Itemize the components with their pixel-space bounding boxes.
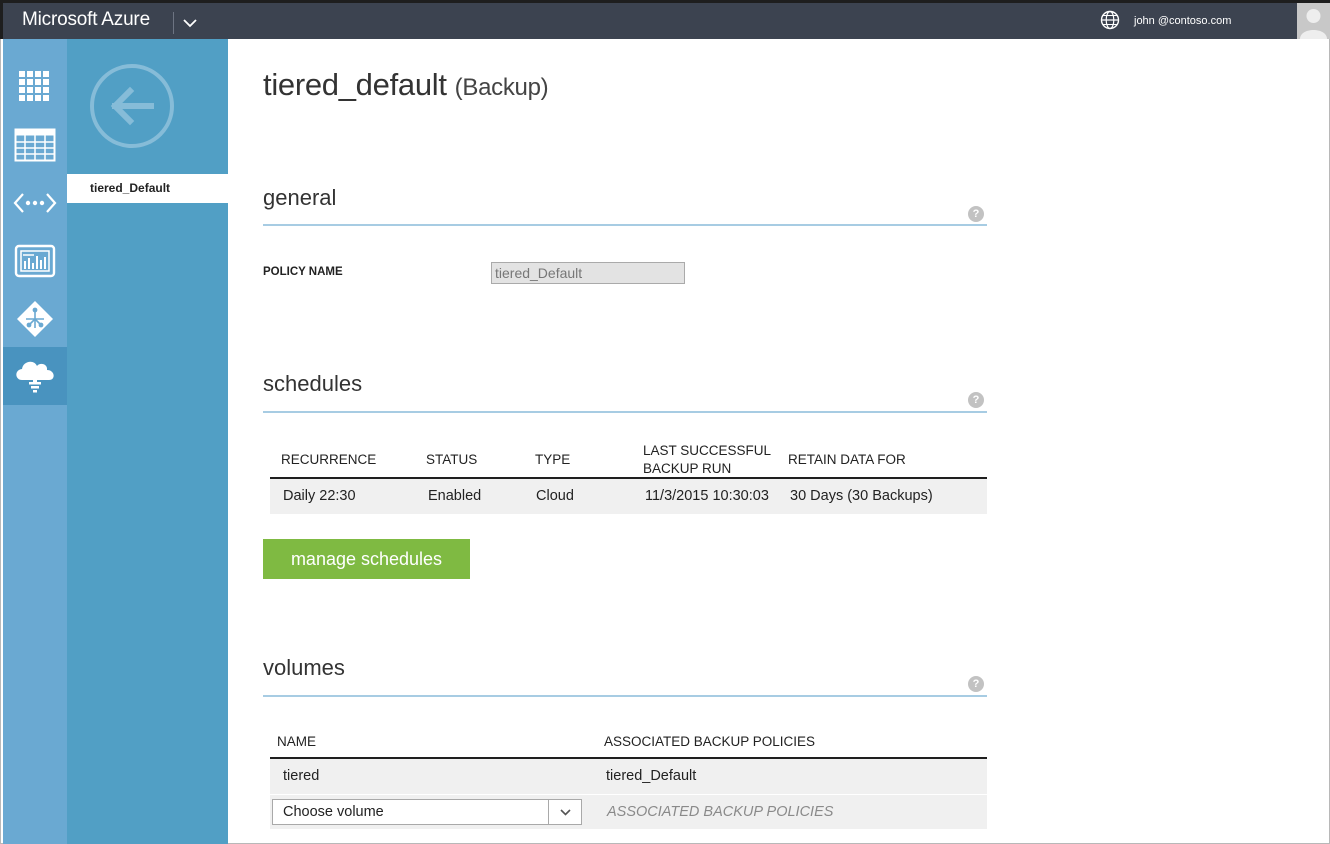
associated-policies-placeholder: ASSOCIATED BACKUP POLICIES bbox=[607, 804, 834, 820]
nav-code[interactable] bbox=[3, 174, 67, 232]
table-icon bbox=[14, 128, 56, 162]
brand-divider bbox=[173, 12, 174, 34]
column-header-retain[interactable]: RETAIN DATA FOR bbox=[788, 451, 906, 469]
nav-network[interactable] bbox=[3, 290, 67, 348]
brand-title[interactable]: Microsoft Azure bbox=[22, 9, 150, 31]
page-subtitle: (Backup) bbox=[454, 74, 549, 101]
nav-dashboard[interactable] bbox=[3, 232, 67, 290]
column-header-name[interactable]: NAME bbox=[277, 733, 316, 751]
section-title-schedules: schedules bbox=[263, 371, 363, 396]
subnav-item-tiered-default[interactable]: tiered_Default bbox=[67, 174, 228, 203]
nav-grid[interactable] bbox=[3, 58, 67, 116]
cloud-storage-icon bbox=[16, 361, 54, 393]
page-title-text: tiered_default bbox=[263, 67, 447, 102]
back-arrow-icon[interactable] bbox=[89, 63, 175, 149]
column-header-recurrence[interactable]: RECURRENCE bbox=[281, 451, 376, 469]
section-title-general: general bbox=[263, 185, 337, 210]
add-volume-row: Choose volume ASSOCIATED BACKUP POLICIES bbox=[270, 794, 987, 829]
policy-name-field[interactable] bbox=[491, 262, 685, 284]
grid-icon bbox=[19, 71, 49, 101]
section-title-volumes: volumes bbox=[263, 655, 345, 680]
nav-cloud-storage[interactable] bbox=[3, 347, 67, 405]
policy-name-label: POLICY NAME bbox=[263, 266, 343, 278]
cell-type: Cloud bbox=[536, 488, 574, 504]
chevron-down-icon[interactable] bbox=[548, 800, 581, 824]
section-divider bbox=[263, 224, 987, 226]
section-divider bbox=[263, 411, 987, 413]
table-header: RECURRENCE STATUS TYPE LAST SUCCESSFUL B… bbox=[270, 440, 987, 479]
section-divider bbox=[263, 695, 987, 697]
network-diamond-icon bbox=[17, 301, 53, 337]
sub-nav: tiered_Default bbox=[67, 39, 228, 844]
cell-volume-name: tiered bbox=[283, 768, 320, 784]
globe-icon[interactable] bbox=[1100, 10, 1120, 30]
column-header-status[interactable]: STATUS bbox=[426, 451, 477, 469]
help-icon[interactable]: ? bbox=[968, 206, 984, 222]
cell-status: Enabled bbox=[428, 488, 482, 504]
help-icon[interactable]: ? bbox=[968, 392, 984, 408]
table-row[interactable]: Daily 22:30 Enabled Cloud 11/3/2015 10:3… bbox=[270, 479, 987, 514]
top-bar: Microsoft Azure john @contoso.com bbox=[0, 0, 1330, 39]
column-header-last-run[interactable]: LAST SUCCESSFUL BACKUP RUN bbox=[643, 442, 773, 478]
main-content: tiered_default (Backup) general ? POLICY … bbox=[228, 39, 1328, 844]
table-row[interactable]: tiered tiered_Default bbox=[270, 759, 987, 794]
cell-last-run: 11/3/2015 10:30:03 bbox=[645, 488, 769, 504]
subnav-item-label: tiered_Default bbox=[90, 181, 171, 195]
table-header: NAME ASSOCIATED BACKUP POLICIES bbox=[270, 723, 987, 759]
volumes-table: NAME ASSOCIATED BACKUP POLICIES tiered t… bbox=[270, 723, 987, 829]
cell-volume-policies: tiered_Default bbox=[606, 768, 697, 784]
schedules-table: RECURRENCE STATUS TYPE LAST SUCCESSFUL B… bbox=[270, 440, 987, 514]
user-email[interactable]: john @contoso.com bbox=[1134, 15, 1231, 27]
choose-volume-select[interactable]: Choose volume bbox=[272, 799, 582, 825]
chevron-down-icon[interactable] bbox=[179, 10, 201, 34]
column-header-type[interactable]: TYPE bbox=[535, 451, 570, 469]
icon-nav bbox=[3, 39, 67, 844]
page-title: tiered_default (Backup) bbox=[263, 67, 549, 103]
manage-schedules-button[interactable]: manage schedules bbox=[263, 539, 470, 579]
choose-volume-text: Choose volume bbox=[283, 804, 384, 820]
help-icon[interactable]: ? bbox=[968, 676, 984, 692]
nav-table[interactable] bbox=[3, 116, 67, 174]
code-dots-icon bbox=[13, 193, 57, 213]
dashboard-icon bbox=[14, 244, 56, 278]
avatar[interactable] bbox=[1297, 3, 1330, 39]
cell-retain: 30 Days (30 Backups) bbox=[790, 488, 933, 504]
column-header-policies[interactable]: ASSOCIATED BACKUP POLICIES bbox=[604, 733, 815, 751]
cell-recurrence: Daily 22:30 bbox=[283, 488, 356, 504]
